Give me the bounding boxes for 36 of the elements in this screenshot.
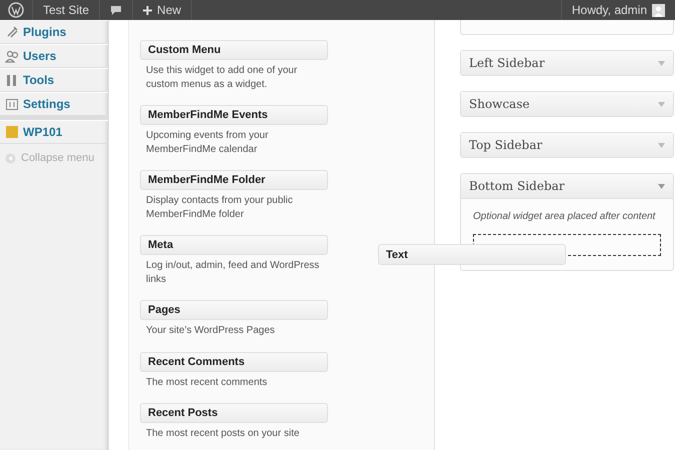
sidebar-header[interactable]: Top Sidebar [461, 133, 673, 157]
widget-description: The most recent comments [145, 376, 268, 389]
menu-item[interactable]: Tools [0, 68, 108, 92]
widget-description: The most recent posts on your site [145, 427, 300, 440]
sidebar-header[interactable]: Left Sidebar [461, 51, 673, 75]
sidebar-title: Bottom Sidebar [469, 179, 565, 193]
plus-icon [143, 6, 152, 14]
widget-description: Use this widget to add one of your custom menus as a widget. [145, 64, 298, 91]
dropdown-arrow-icon[interactable] [658, 60, 665, 66]
widget-description: Log in/out, admin, feed and WordPress links [145, 259, 320, 286]
widget-title[interactable]: Meta [140, 235, 328, 255]
widget-title[interactable]: Custom Menu [140, 40, 328, 60]
dragged-widget[interactable]: Text [378, 244, 566, 265]
dropdown-arrow-icon[interactable] [658, 102, 665, 106]
sidebar-header[interactable]: Showcase [461, 92, 673, 116]
sidebar-description: Optional widget area placed after content [473, 211, 656, 222]
widget-title[interactable]: MemberFindMe Events [140, 105, 328, 125]
sidebar-title: Top Sidebar [469, 138, 542, 152]
site-name-link[interactable]: Test Site [33, 0, 100, 20]
menu-item[interactable]: Users [0, 44, 108, 68]
widget-title[interactable]: Recent Comments [140, 352, 328, 372]
widget-title[interactable]: Recent Posts [140, 403, 328, 423]
users-icon [5, 49, 19, 63]
widget-title[interactable]: MemberFindMe Folder [140, 170, 328, 190]
widget-title[interactable]: Pages [140, 300, 328, 320]
menu-item[interactable]: Plugins [0, 20, 108, 44]
widget-description: Upcoming events from your MemberFindMe calendar [145, 129, 270, 156]
sidebar-title: Showcase [469, 97, 530, 111]
sidebar-header[interactable]: Bottom Sidebar [461, 174, 673, 199]
sidebar-title: Left Sidebar [469, 56, 545, 70]
dropdown-arrow-icon[interactable] [658, 184, 665, 188]
avatar-icon [652, 4, 665, 16]
widget-description: Your site’s WordPress Pages [145, 324, 276, 338]
dropdown-arrow-icon[interactable] [658, 142, 665, 148]
widget-description: Display contacts from your public MemberFindMe folder [145, 194, 294, 221]
menu-item[interactable]: WP101 [0, 120, 108, 144]
